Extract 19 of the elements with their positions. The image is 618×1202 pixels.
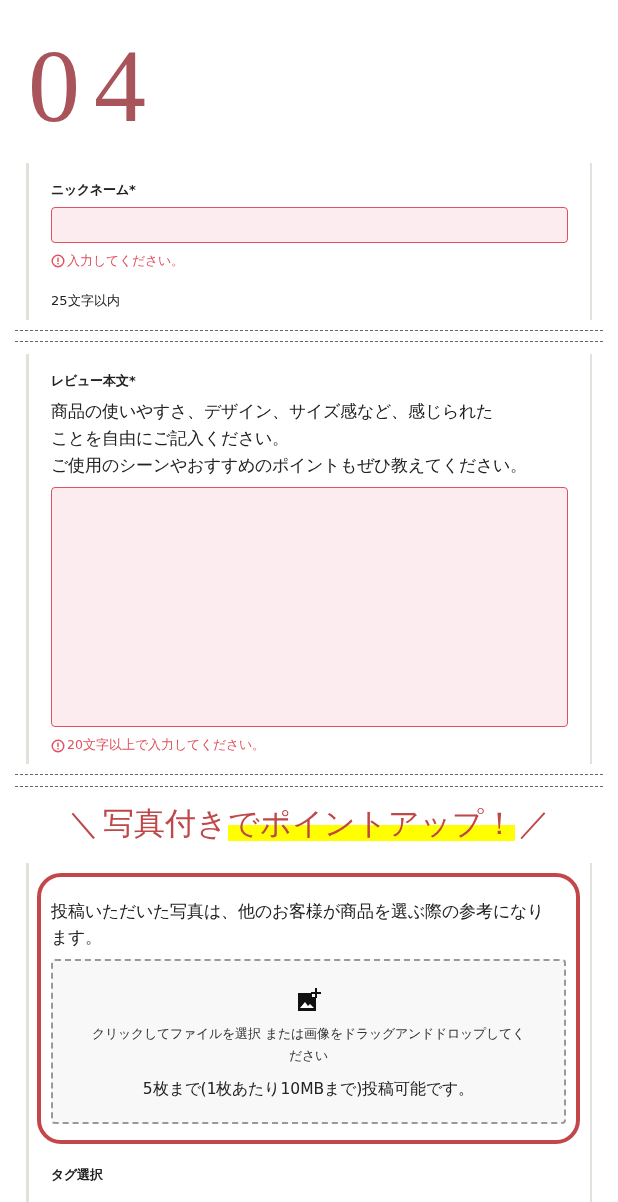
dropzone-text: クリックしてファイルを選択 または画像をドラッグアンドドロップしてください [90, 1025, 527, 1065]
field-label: ニックネーム* [51, 180, 137, 199]
error-message: 20文字以上で入力してください。 [67, 737, 265, 755]
field-label: レビュー本文* [51, 372, 137, 391]
error-icon [51, 738, 65, 753]
error-message: 入力してください。 [67, 252, 184, 270]
field-description: 商品の使いやすさ、デザイン、サイズ感など、感じられたことを自由にご記入ください。 [51, 400, 494, 451]
field-note: 25文字以内 [51, 291, 121, 310]
photo-description: 投稿いただいた写真は、他のお客様が商品を選ぶ際の参考になります。 [51, 901, 545, 949]
review-field[interactable] [51, 487, 568, 728]
slash-mark: ／ [519, 804, 550, 843]
field-description: ご使用のシーンやおすすめのポイントもぜひ教えてください。 [51, 454, 528, 478]
error-icon [51, 254, 65, 269]
photo-dropzone[interactable]: クリックしてファイルを選択 または画像をドラッグアンドドロップしてください 5枚まで(1枚あたり10MBまで)投稿可能です。 [51, 959, 566, 1124]
slash-mark: ＼ [68, 804, 99, 843]
nickname-field[interactable] [51, 206, 568, 243]
step-number: 04 [27, 27, 161, 145]
field-label: タグ選択 [51, 1166, 104, 1184]
upload-limit: 5枚まで(1枚あたり10MBまで)投稿可能です。 [142, 1079, 475, 1100]
